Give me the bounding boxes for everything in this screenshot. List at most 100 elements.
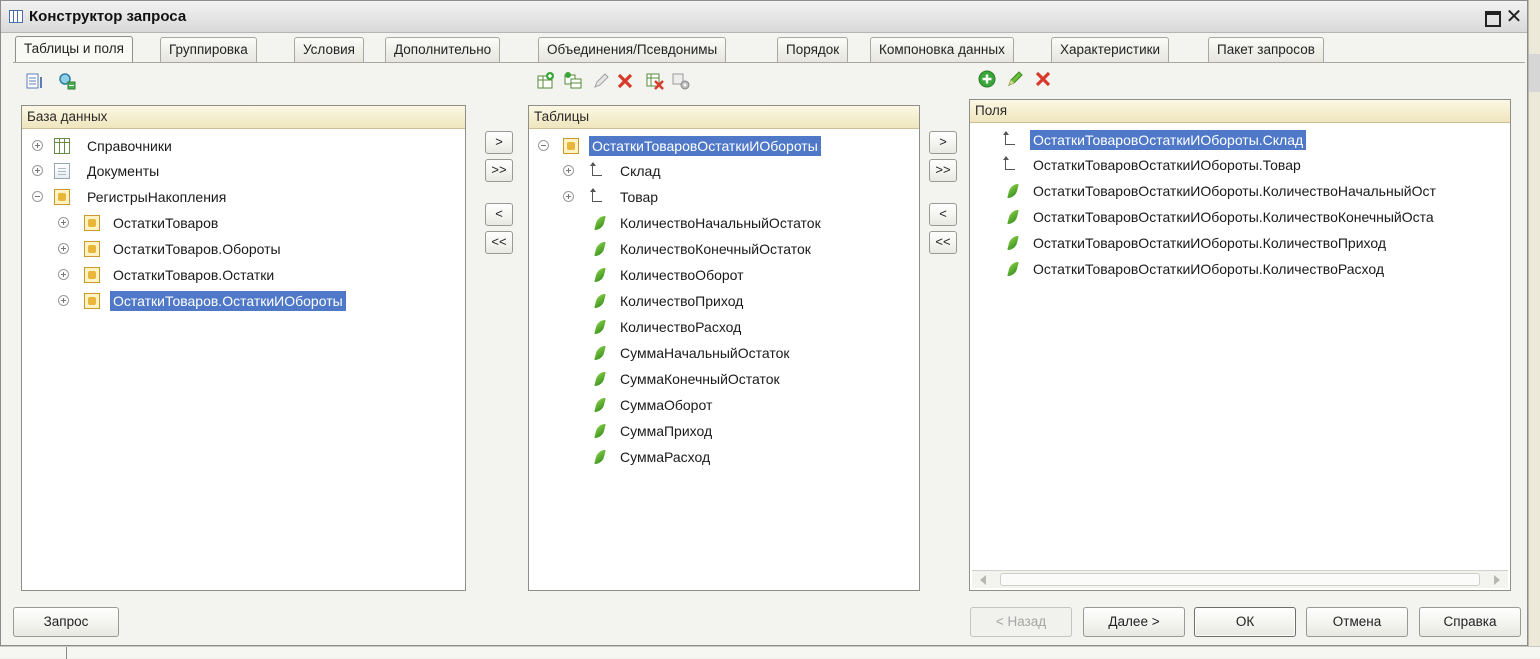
tree-item-label: КоличествоНачальныйОстаток bbox=[620, 215, 821, 231]
tree-item-documents[interactable]: Документы bbox=[22, 159, 162, 183]
remove-all-tables-button[interactable]: << bbox=[485, 231, 513, 254]
tab-conditions[interactable]: Условия bbox=[294, 37, 364, 62]
tree-item-label: КоличествоПриход bbox=[620, 293, 744, 309]
add-all-tables-button[interactable]: >> bbox=[485, 159, 513, 182]
app-icon bbox=[9, 10, 23, 23]
tree-item-resource[interactable]: КоличествоНачальныйОстаток bbox=[529, 211, 824, 235]
tree-item-resource[interactable]: КоличествоПриход bbox=[529, 289, 746, 313]
expand-icon[interactable] bbox=[563, 191, 574, 202]
add-table-icon[interactable] bbox=[535, 71, 555, 91]
cancel-button[interactable]: Отмена bbox=[1306, 607, 1408, 637]
tree-item-resource[interactable]: СуммаКонечныйОстаток bbox=[529, 367, 783, 391]
expand-icon[interactable] bbox=[58, 217, 69, 228]
resource-icon bbox=[1008, 183, 1018, 199]
tree-item-dimension[interactable]: Склад bbox=[529, 159, 664, 183]
scroll-left-icon[interactable] bbox=[980, 575, 986, 585]
expand-icon[interactable] bbox=[58, 243, 69, 254]
catalog-icon bbox=[54, 138, 70, 154]
list-item[interactable]: ОстаткиТоваровОстаткиИОбороты.Количество… bbox=[970, 205, 1437, 229]
tree-item-accumulation-registers[interactable]: РегистрыНакопления bbox=[22, 185, 229, 209]
add-nested-query-icon[interactable] bbox=[563, 71, 583, 91]
tree-item-register-balances-turnovers[interactable]: ОстаткиТоваров.ОстаткиИОбороты bbox=[22, 289, 346, 313]
remove-table-button[interactable]: < bbox=[485, 203, 513, 226]
horizontal-scrollbar[interactable] bbox=[972, 570, 1508, 588]
query-button[interactable]: Запрос bbox=[13, 607, 119, 637]
scrollbar-thumb[interactable] bbox=[1000, 573, 1480, 586]
resource-icon bbox=[595, 449, 605, 465]
background-window-edge bbox=[1528, 0, 1540, 658]
tree-item-register-turnovers[interactable]: ОстаткиТоваров.Обороты bbox=[22, 237, 284, 261]
add-all-fields-button[interactable]: >> bbox=[929, 159, 957, 182]
tree-item-resource[interactable]: СуммаРасход bbox=[529, 445, 713, 469]
expand-icon[interactable] bbox=[58, 295, 69, 306]
expand-icon[interactable] bbox=[32, 165, 43, 176]
tree-item-catalogs[interactable]: Справочники bbox=[22, 134, 175, 158]
expand-icon[interactable] bbox=[32, 140, 43, 151]
add-field-icon[interactable] bbox=[977, 69, 997, 89]
document-icon bbox=[54, 163, 70, 179]
list-view-icon[interactable] bbox=[25, 71, 45, 91]
tab-data-composition[interactable]: Компоновка данных bbox=[870, 37, 1014, 62]
tree-item-label: Документы bbox=[87, 163, 160, 179]
tree-item-label: РегистрыНакопления bbox=[87, 189, 227, 205]
tab-unions-aliases[interactable]: Объединения/Псевдонимы bbox=[538, 37, 727, 62]
tab-characteristics[interactable]: Характеристики bbox=[1051, 37, 1170, 62]
tab-query-batch[interactable]: Пакет запросов bbox=[1208, 37, 1324, 62]
remove-all-fields-button[interactable]: << bbox=[929, 231, 957, 254]
add-field-button[interactable]: > bbox=[929, 131, 957, 154]
tree-item-label: КоличествоОборот bbox=[620, 267, 744, 283]
tree-item-resource[interactable]: КоличествоРасход bbox=[529, 315, 744, 339]
tree-item-register[interactable]: ОстаткиТоваров bbox=[22, 211, 221, 235]
remove-field-button[interactable]: < bbox=[929, 203, 957, 226]
tree-item-label: Товар bbox=[620, 189, 659, 205]
tab-grouping[interactable]: Группировка bbox=[160, 37, 257, 62]
edit-icon[interactable] bbox=[591, 71, 611, 91]
scroll-right-icon[interactable] bbox=[1494, 575, 1500, 585]
database-tree[interactable]: Справочники Документы РегистрыНакопления… bbox=[22, 130, 465, 590]
expand-icon[interactable] bbox=[563, 165, 574, 176]
find-table-icon[interactable] bbox=[57, 71, 77, 91]
resource-icon bbox=[595, 319, 605, 335]
maximize-icon[interactable] bbox=[1483, 8, 1501, 27]
back-button[interactable]: < Назад bbox=[970, 607, 1072, 637]
fields-list[interactable]: ОстаткиТоваровОстаткиИОбороты.Склад Оста… bbox=[970, 124, 1510, 568]
list-item[interactable]: ОстаткиТоваровОстаткиИОбороты.Склад bbox=[970, 128, 1307, 152]
edit-field-icon[interactable] bbox=[1005, 69, 1025, 89]
tab-tables-and-fields[interactable]: Таблицы и поля bbox=[15, 36, 133, 63]
tree-item-label: ОстаткиТоваровОстаткиИОбороты bbox=[589, 136, 821, 156]
list-item[interactable]: ОстаткиТоваровОстаткиИОбороты.Количество… bbox=[970, 231, 1389, 255]
tree-item-selected-table[interactable]: ОстаткиТоваровОстаткиИОбороты bbox=[529, 134, 821, 158]
tab-divider bbox=[13, 62, 1525, 63]
close-icon[interactable]: ✕ bbox=[1505, 7, 1523, 27]
tab-order[interactable]: Порядок bbox=[777, 37, 849, 62]
tree-item-resource[interactable]: КоличествоОборот bbox=[529, 263, 747, 287]
title-bar[interactable]: Конструктор запроса ✕ bbox=[1, 1, 1527, 33]
delete-icon[interactable] bbox=[615, 71, 635, 91]
replace-table-icon[interactable] bbox=[645, 71, 665, 91]
resource-icon bbox=[1008, 235, 1018, 251]
list-item[interactable]: ОстаткиТоваровОстаткиИОбороты.Количество… bbox=[970, 179, 1439, 203]
collapse-icon[interactable] bbox=[538, 140, 549, 151]
ok-button[interactable]: ОК bbox=[1194, 607, 1296, 637]
delete-field-icon[interactable] bbox=[1033, 69, 1053, 89]
tables-tree[interactable]: ОстаткиТоваровОстаткиИОбороты Склад Това… bbox=[529, 130, 919, 590]
next-button[interactable]: Далее > bbox=[1083, 607, 1185, 637]
help-button[interactable]: Справка bbox=[1419, 607, 1521, 637]
expand-icon[interactable] bbox=[58, 269, 69, 280]
tree-item-register-balances[interactable]: ОстаткиТоваров.Остатки bbox=[22, 263, 277, 287]
table-settings-icon[interactable] bbox=[671, 71, 691, 91]
collapse-icon[interactable] bbox=[32, 191, 43, 202]
add-table-button[interactable]: > bbox=[485, 131, 513, 154]
tree-item-resource[interactable]: СуммаОборот bbox=[529, 393, 715, 417]
list-item[interactable]: ОстаткиТоваровОстаткиИОбороты.Товар bbox=[970, 153, 1304, 177]
tab-advanced[interactable]: Дополнительно bbox=[385, 37, 501, 62]
tree-item-resource[interactable]: КоличествоКонечныйОстаток bbox=[529, 237, 814, 261]
tables-panel: Таблицы ОстаткиТоваровОстаткиИОбороты Ск… bbox=[528, 105, 920, 591]
register-icon bbox=[84, 293, 100, 309]
tree-item-resource[interactable]: СуммаНачальныйОстаток bbox=[529, 341, 793, 365]
list-item[interactable]: ОстаткиТоваровОстаткиИОбороты.Количество… bbox=[970, 257, 1387, 281]
tree-item-dimension[interactable]: Товар bbox=[529, 185, 661, 209]
field-label: ОстаткиТоваровОстаткиИОбороты.Количество… bbox=[1033, 183, 1436, 199]
dimension-icon bbox=[589, 188, 605, 204]
tree-item-resource[interactable]: СуммаПриход bbox=[529, 419, 715, 443]
